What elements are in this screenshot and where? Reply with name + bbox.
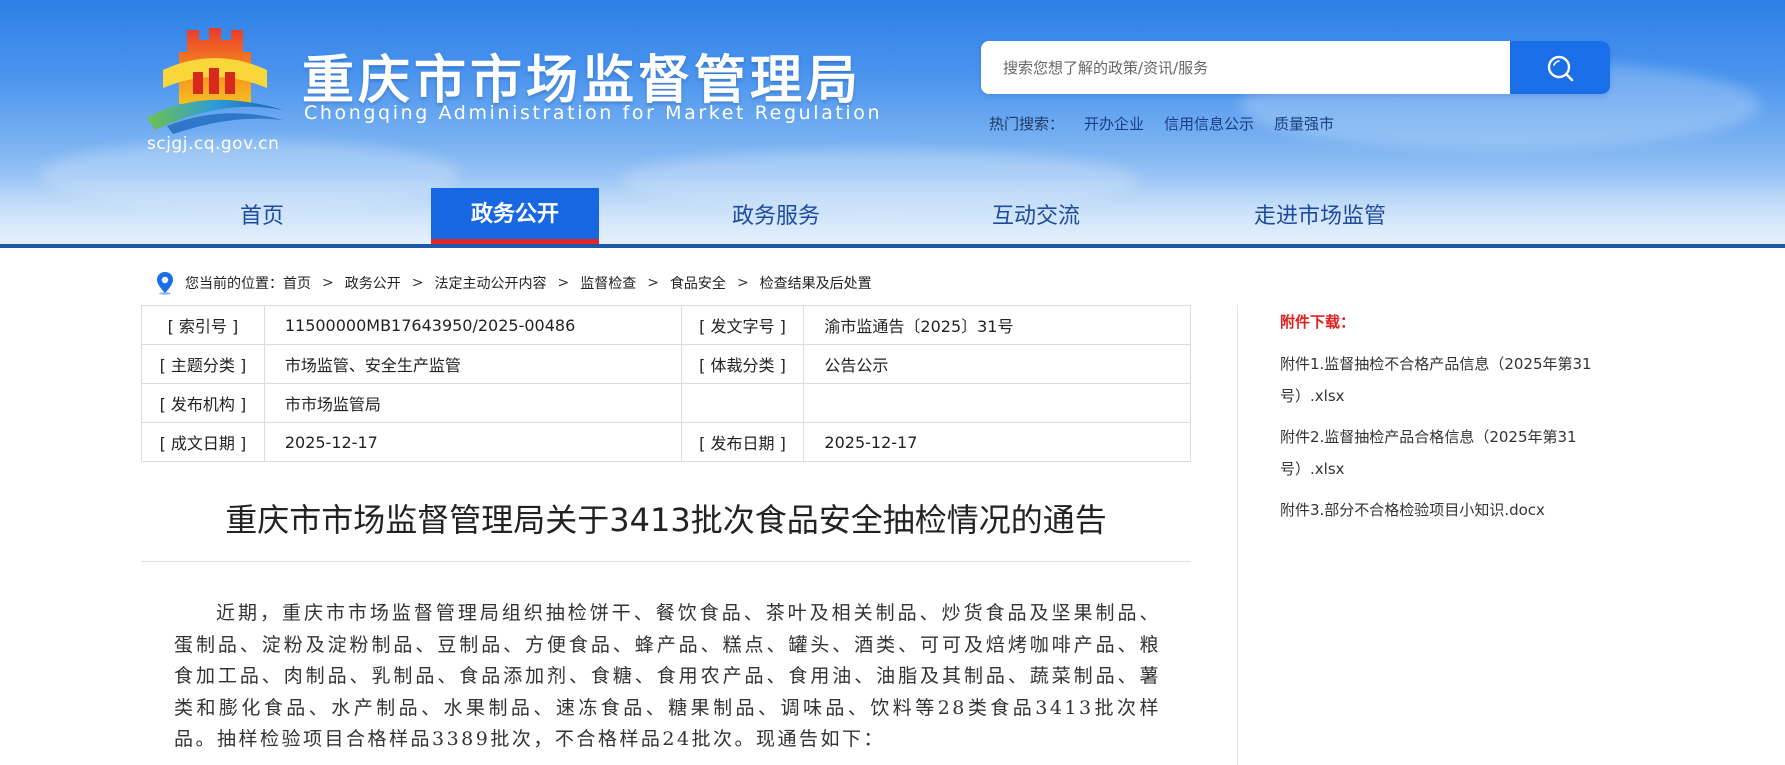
sidebar-divider — [1237, 305, 1238, 765]
nav-interaction[interactable]: 互动交流 — [976, 188, 1096, 244]
hot-search: 热门搜索： 开办企业 信用信息公示 质量强市 — [989, 113, 1334, 134]
site-subtitle: Chongqing Administration for Market Regu… — [304, 102, 883, 124]
header-bottom-line — [0, 244, 1785, 248]
metadata-row: [ 成文日期 ] 2025-12-17 [ 发布日期 ] 2025-12-17 — [141, 422, 1191, 462]
metadata-value — [803, 383, 1191, 423]
attachments-list: 附件1.监督抽检不合格产品信息（2025年第31号）.xlsx 附件2.监督抽检… — [1280, 348, 1600, 535]
hot-search-link[interactable]: 信用信息公示 — [1164, 113, 1254, 134]
metadata-value: 11500000MB17643950/2025-00486 — [263, 305, 682, 345]
breadcrumb-link[interactable]: 监督检查 — [580, 273, 636, 293]
title-divider — [141, 561, 1191, 562]
hot-search-link[interactable]: 开办企业 — [1084, 113, 1144, 134]
breadcrumb-link[interactable]: 首页 — [283, 273, 311, 293]
metadata-key: [ 主题分类 ] — [141, 344, 265, 384]
metadata-key: [ 体裁分类 ] — [680, 344, 805, 384]
breadcrumb: 您当前的位置： 首页 > 政务公开 > 法定主动公开内容 > 监督检查 > 食品… — [155, 271, 872, 295]
metadata-value: 渝市监通告〔2025〕31号 — [803, 305, 1191, 345]
breadcrumb-separator: > — [322, 275, 334, 291]
attachment-link[interactable]: 附件2.监督抽检产品合格信息（2025年第31号）.xlsx — [1280, 421, 1600, 485]
hot-search-label: 热门搜索： — [989, 115, 1065, 133]
site-url: scjgj.cq.gov.cn — [147, 134, 280, 154]
breadcrumb-link[interactable]: 食品安全 — [670, 273, 726, 293]
metadata-row: [ 索引号 ] 11500000MB17643950/2025-00486 [ … — [141, 305, 1191, 345]
metadata-key — [680, 383, 805, 423]
metadata-key: [ 索引号 ] — [141, 305, 265, 345]
attachments-title: 附件下载： — [1280, 313, 1356, 331]
search-icon — [1547, 55, 1574, 81]
site-header: scjgj.cq.gov.cn 重庆市市场监督管理局 Chongqing Adm… — [0, 0, 1785, 248]
main-nav: 首页 政务公开 政务服务 互动交流 走进市场监管 — [0, 188, 1785, 244]
nav-about-market-regulation[interactable]: 走进市场监管 — [1240, 188, 1400, 244]
nav-government-services[interactable]: 政务服务 — [716, 188, 836, 244]
article-title: 重庆市市场监督管理局关于3413批次食品安全抽检情况的通告 — [225, 501, 1107, 539]
search-input[interactable] — [981, 41, 1510, 94]
metadata-value: 2025-12-17 — [803, 422, 1191, 462]
metadata-row: [ 发布机构 ] 市市场监管局 — [141, 383, 1191, 423]
breadcrumb-link[interactable]: 检查结果及后处置 — [760, 273, 872, 293]
breadcrumb-prefix: 您当前的位置： — [185, 276, 283, 292]
document-metadata-table: [ 索引号 ] 11500000MB17643950/2025-00486 [ … — [141, 305, 1191, 462]
location-pin-icon — [157, 272, 173, 295]
breadcrumb-link[interactable]: 法定主动公开内容 — [434, 273, 546, 293]
metadata-value: 市场监管、安全生产监管 — [263, 344, 682, 384]
breadcrumb-separator: > — [557, 275, 570, 291]
search-button[interactable] — [1510, 41, 1610, 94]
attachment-link[interactable]: 附件3.部分不合格检验项目小知识.docx — [1280, 494, 1600, 526]
metadata-key: [ 发文字号 ] — [680, 305, 805, 345]
nav-home[interactable]: 首页 — [212, 188, 312, 244]
attachment-link[interactable]: 附件1.监督抽检不合格产品信息（2025年第31号）.xlsx — [1280, 348, 1600, 412]
metadata-value: 公告公示 — [803, 344, 1191, 384]
breadcrumb-separator: > — [736, 275, 749, 291]
metadata-key: [ 发布机构 ] — [141, 383, 265, 423]
breadcrumb-separator: > — [647, 275, 659, 291]
breadcrumb-link[interactable]: 政务公开 — [345, 273, 401, 293]
metadata-key: [ 成文日期 ] — [141, 422, 265, 462]
nav-government-affairs-public[interactable]: 政务公开 — [431, 188, 599, 244]
search-box — [981, 41, 1610, 94]
metadata-key: [ 发布日期 ] — [680, 422, 805, 462]
metadata-row: [ 主题分类 ] 市场监管、安全生产监管 [ 体裁分类 ] 公告公示 — [141, 344, 1191, 384]
article-paragraph: 近期，重庆市市场监督管理局组织抽检饼干、餐饮食品、茶叶及相关制品、炒货食品及坚果… — [174, 602, 1161, 750]
metadata-value: 市市场监管局 — [263, 383, 682, 423]
metadata-value: 2025-12-17 — [263, 422, 682, 462]
site-logo[interactable] — [143, 26, 285, 134]
breadcrumb-separator: > — [411, 275, 424, 291]
hot-search-link[interactable]: 质量强市 — [1274, 113, 1334, 134]
